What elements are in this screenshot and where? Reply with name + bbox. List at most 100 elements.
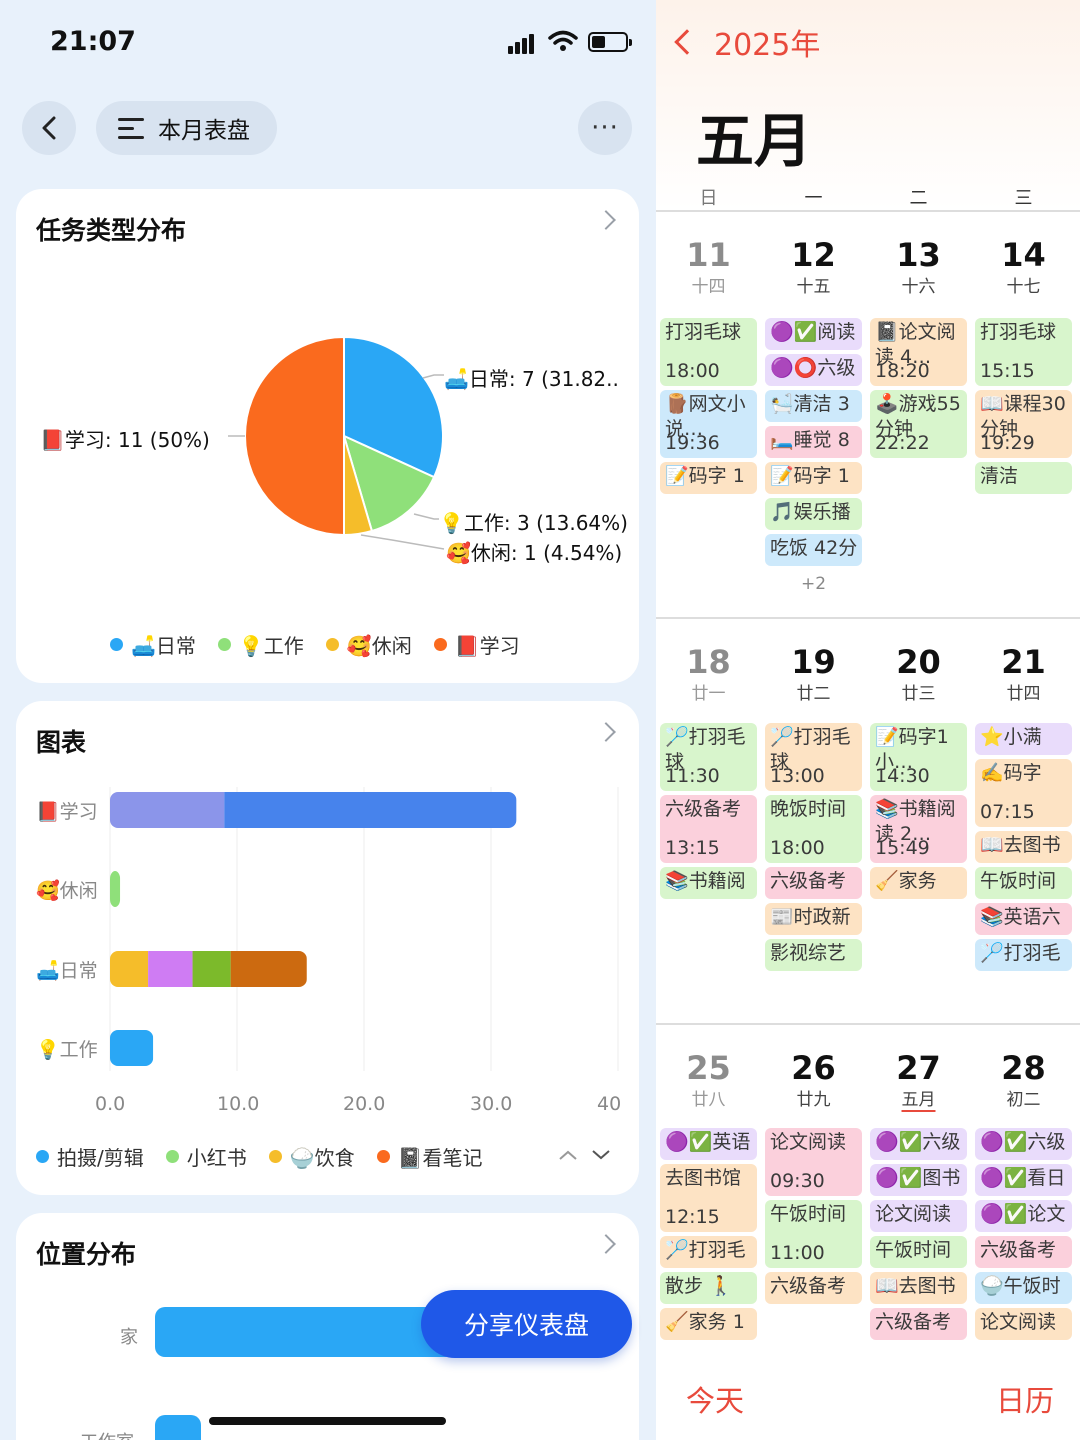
day-number[interactable]: 11	[656, 236, 761, 274]
calendar-event[interactable]: 🍚午饭时	[975, 1272, 1072, 1304]
day-number[interactable]: 19	[761, 643, 866, 681]
chevron-down-icon[interactable]	[589, 1147, 613, 1163]
calendar-event[interactable]: 🛏️睡觉 8	[765, 426, 862, 458]
more-icon: ···	[591, 113, 619, 143]
calendar-event[interactable]: 🪵网文小说… 19:36	[660, 390, 757, 458]
calendar-event[interactable]: 散步 🚶	[660, 1272, 757, 1304]
event-title: 🟣✅图书	[875, 1167, 961, 1189]
calendar-event[interactable]: 📝码字 1	[660, 462, 757, 494]
calendar-event[interactable]: 午饭时间 11:00	[765, 1200, 862, 1268]
calendar-event[interactable]: 打羽毛球 18:00	[660, 318, 757, 386]
calendar-event[interactable]: 🏸打羽毛球 13:00	[765, 723, 862, 791]
divider	[656, 1023, 1080, 1025]
task-type-card[interactable]: 任务类型分布 🛋️日常: 7 (31.82.. 📕学习: 11 (50%) 💡工…	[16, 189, 639, 683]
calendar-event[interactable]: 🛀清洁 3	[765, 390, 862, 422]
day-number[interactable]: 26	[761, 1049, 866, 1087]
today-button[interactable]: 今天	[686, 1378, 744, 1420]
calendar-event[interactable]: 📰时政新	[765, 903, 862, 935]
calendar-event[interactable]: 🟣✅看日	[975, 1164, 1072, 1196]
bar-segment[interactable]	[230, 951, 307, 987]
calendar-event[interactable]: 🟣✅论文	[975, 1200, 1072, 1232]
day-number[interactable]: 27	[866, 1049, 971, 1087]
chart-card[interactable]: 图表 📕学习 🥰休闲 🛋️日常 💡工作 0.0 10.0 20.0 30.0 4…	[16, 701, 639, 1195]
calendar-event[interactable]: 六级备考	[975, 1236, 1072, 1268]
bar-category-daily: 🛋️日常	[36, 960, 98, 982]
calendar-event[interactable]: 🧹家务	[870, 867, 967, 899]
bar-segment[interactable]	[224, 792, 517, 828]
more-events-label[interactable]: +2	[761, 574, 866, 594]
event-time: 15:15	[980, 360, 1035, 382]
dashboard-selector[interactable]: 本月表盘	[96, 101, 277, 155]
day-number[interactable]: 20	[866, 643, 971, 681]
calendar-event[interactable]: 六级备考	[765, 1272, 862, 1304]
back-button[interactable]	[22, 101, 76, 155]
calendar-event[interactable]: 🟣✅英语	[660, 1128, 757, 1160]
calendar-event[interactable]: 🟣⭕六级	[765, 354, 862, 386]
calendar-event[interactable]: 午饭时间	[870, 1236, 967, 1268]
event-title: 📚书籍阅	[665, 870, 746, 892]
calendar-event[interactable]: 🏸打羽毛	[975, 939, 1072, 971]
dashboard-pane: 21:07 本月表盘 ··· 任务类型分布 🛋️日常: 7 (31.82.. 📕…	[0, 0, 656, 1440]
calendar-event[interactable]: 📖去图书	[870, 1272, 967, 1304]
calendar-event[interactable]: 影视综艺	[765, 939, 862, 971]
calendar-event[interactable]: 📝码字 1	[765, 462, 862, 494]
calendar-event[interactable]: 🟣✅六级	[975, 1128, 1072, 1160]
event-title: ⭐小满	[980, 726, 1042, 748]
day-number[interactable]: 25	[656, 1049, 761, 1087]
calendar-event[interactable]: 📚书籍阅	[660, 867, 757, 899]
calendar-event[interactable]: 论文阅读	[975, 1308, 1072, 1340]
calendar-event[interactable]: 六级备考	[765, 867, 862, 899]
calendar-event[interactable]: 🟣✅六级	[870, 1128, 967, 1160]
bar-segment[interactable]	[110, 1030, 154, 1066]
calendar-event[interactable]: 🟣✅图书	[870, 1164, 967, 1196]
calendar-event[interactable]: 📚书籍阅读 2… 15:49	[870, 795, 967, 863]
calendar-event[interactable]: 六级备考 13:15	[660, 795, 757, 863]
bar-segment[interactable]	[148, 951, 193, 987]
calendar-event[interactable]: 六级备考	[870, 1308, 967, 1340]
chevron-up-icon[interactable]	[556, 1147, 580, 1163]
calendar-event[interactable]: 打羽毛球 15:15	[975, 318, 1072, 386]
calendar-event[interactable]: 午饭时间	[975, 867, 1072, 899]
weekday-label: 一	[804, 188, 823, 209]
day-number[interactable]: 13	[866, 236, 971, 274]
calendar-event[interactable]: 🎵娱乐播	[765, 498, 862, 530]
share-dashboard-button[interactable]: 分享仪表盘	[421, 1290, 632, 1358]
calendar-event[interactable]: 🧹家务 1	[660, 1308, 757, 1340]
calendars-button[interactable]: 日历	[996, 1378, 1054, 1420]
day-number[interactable]: 28	[971, 1049, 1076, 1087]
year-back-button[interactable]: 2025年	[670, 20, 820, 64]
more-button[interactable]: ···	[578, 101, 632, 155]
calendar-event[interactable]: 🟣✅阅读	[765, 318, 862, 350]
event-title: 🧹家务 1	[665, 1311, 745, 1333]
event-title: 🟣✅看日	[980, 1167, 1066, 1189]
calendar-event[interactable]: 吃饭 42分	[765, 534, 862, 566]
pie-slice[interactable]	[244, 335, 345, 537]
bar-segment[interactable]	[110, 792, 225, 828]
calendar-event[interactable]: 🏸打羽毛	[660, 1236, 757, 1268]
calendar-event[interactable]: 清洁	[975, 462, 1072, 494]
calendar-event[interactable]: 📖去图书	[975, 831, 1072, 863]
event-time: 19:36	[665, 432, 720, 454]
calendar-event[interactable]: 📝码字1小… 14:30	[870, 723, 967, 791]
day-number[interactable]: 12	[761, 236, 866, 274]
calendar-event[interactable]: 去图书馆 12:15	[660, 1164, 757, 1232]
calendar-event[interactable]: 晚饭时间 18:00	[765, 795, 862, 863]
location-bar-studio	[155, 1415, 201, 1440]
calendar-event[interactable]: 📖课程30分钟 19:29	[975, 390, 1072, 458]
calendar-event[interactable]: 🏸打羽毛球 11:30	[660, 723, 757, 791]
bar-category-work: 💡工作	[36, 1039, 98, 1061]
bar-segment[interactable]	[110, 951, 149, 987]
day-number[interactable]: 21	[971, 643, 1076, 681]
calendar-event[interactable]: ⭐小满	[975, 723, 1072, 755]
calendar-event[interactable]: 🕹️游戏55分钟 22:22	[870, 390, 967, 458]
calendar-event[interactable]: ✍️码字 07:15	[975, 759, 1072, 827]
bar-segment[interactable]	[192, 951, 231, 987]
calendar-event[interactable]: 论文阅读	[870, 1200, 967, 1232]
calendar-event[interactable]: 论文阅读 09:30	[765, 1128, 862, 1196]
divider	[656, 210, 1080, 212]
day-number[interactable]: 14	[971, 236, 1076, 274]
calendar-event[interactable]: 📓论文阅读 4… 18:20	[870, 318, 967, 386]
day-number[interactable]: 18	[656, 643, 761, 681]
bar-segment[interactable]	[110, 871, 121, 907]
calendar-event[interactable]: 📚英语六	[975, 903, 1072, 935]
